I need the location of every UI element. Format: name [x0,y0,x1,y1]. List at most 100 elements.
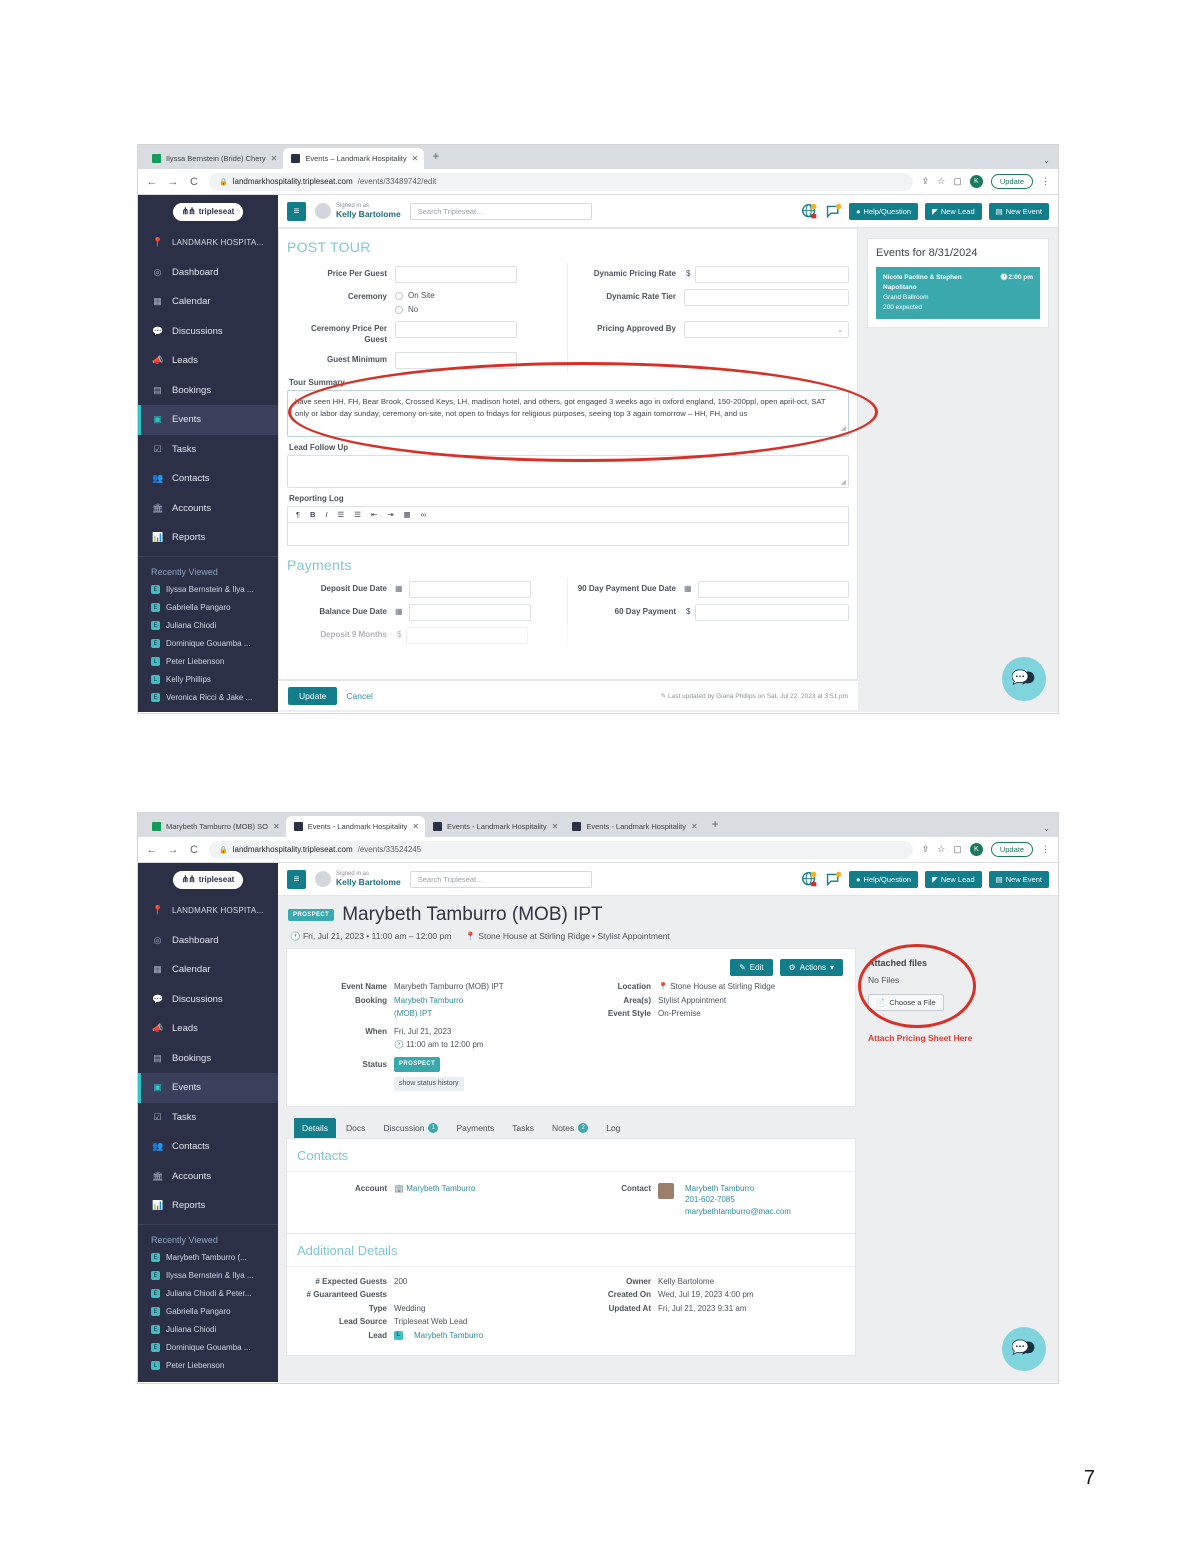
globe-notification-icon[interactable] [801,203,818,220]
list-item[interactable]: L Peter Liebenson [138,653,278,671]
booking-link-cont[interactable]: (MOB) IPT [394,1008,432,1020]
sidebar-item-leads[interactable]: 📣 Leads [138,1014,278,1044]
share-icon[interactable]: ⇪ [922,176,930,187]
paragraph-icon[interactable]: ¶ [296,510,300,519]
sidebar-item-dashboard[interactable]: ◎ Dashboard [138,926,278,956]
sidebar-item-leads[interactable]: 📣 Leads [138,346,278,376]
show-status-history-link[interactable]: show status history [394,1076,464,1091]
indent-icon[interactable]: ⇥ [387,510,393,519]
side-panel-icon[interactable]: ▢ [953,844,962,855]
list-item[interactable]: E Juliana Chiodi [138,1321,278,1339]
globe-notification-icon[interactable] [801,871,818,888]
ceremony-option-on-site[interactable]: On Site [395,290,559,301]
cancel-button[interactable]: Cancel [346,691,372,701]
sidebar-item-tasks[interactable]: ☑ Tasks [138,1103,278,1133]
sidebar-item-discussions[interactable]: 💬 Discussions [138,985,278,1015]
sidebar-item-bookings[interactable]: ▤ Bookings [138,1044,278,1074]
search-input[interactable]: Search Tripleseat... [409,202,592,220]
sidebar-item-reports[interactable]: 📊 Reports [138,523,278,553]
help-question-button[interactable]: ● Help/Question [849,202,919,220]
update-button[interactable]: Update [990,842,1033,857]
account-link[interactable]: 🏢 Marybeth Tamburro [394,1183,475,1195]
sidebar-item-contacts[interactable]: 👥 Contacts [138,464,278,494]
tab-discussion[interactable]: Discussion 1 [375,1118,446,1138]
list-item[interactable]: E Dominique Gouamba ... [138,635,278,653]
dynamic-rate-tier-input[interactable] [684,289,849,306]
pricing-approved-by-select[interactable]: ⌄ [684,321,849,338]
signed-in-block[interactable]: Signed in as Kelly Bartolome [315,203,401,220]
list-item[interactable]: E Ilyssa Bernstein & Ilya ... [138,581,278,599]
update-button[interactable]: Update [990,174,1033,189]
back-icon[interactable]: ← [146,176,158,188]
help-question-button[interactable]: ● Help/Question [849,870,919,888]
contact-phone[interactable]: 201-602-7085 [685,1194,791,1206]
reload-icon[interactable]: C [188,844,200,856]
list-item[interactable]: E Juliana Chiodi [138,617,278,635]
actions-button[interactable]: ⚙ Actions ▾ [779,959,843,976]
resize-grip-icon[interactable]: ◢ [841,478,846,486]
chevron-down-icon[interactable]: ⌄ [1043,156,1050,165]
share-icon[interactable]: ⇪ [922,844,930,855]
deposit-9-months-input[interactable] [406,626,529,644]
ninety-day-payment-due-date-input[interactable] [698,580,849,598]
browser-tab[interactable]: Events - Landmark Hospitality ✕ [425,816,564,837]
list-item[interactable]: E Juliana Chiodi & Peter... [138,1285,278,1303]
tab-log[interactable]: Log [598,1118,628,1138]
sidebar-item-tasks[interactable]: ☑ Tasks [138,435,278,465]
bold-icon[interactable]: B [310,510,315,519]
new-event-button[interactable]: ▤ New Event [988,870,1049,888]
reporting-log-editor[interactable] [287,521,849,546]
list-ol-icon[interactable]: ☰ [354,510,361,519]
chat-widget-button[interactable] [1002,1327,1046,1371]
list-item[interactable]: L Peter Liebenson [138,1357,278,1375]
close-icon[interactable]: ✕ [691,822,698,831]
sidebar-item-events[interactable]: ▣ Events [138,1073,278,1103]
rail-event-item[interactable]: Nicole Paolino & Stephen Napolitano 🕐2:0… [876,267,1040,320]
sidebar-item-accounts[interactable]: 🏛 Accounts [138,1162,278,1192]
browser-tab[interactable]: Ilyssa Bernstein (Bride) Chery ✕ [144,148,283,169]
update-button[interactable]: Update [288,686,338,705]
browser-tab[interactable]: Events - Landmark Hospitality ✕ [285,816,426,837]
list-item[interactable]: E Gabriella Pangaro [138,1303,278,1321]
forward-icon[interactable]: → [167,176,179,188]
browser-menu-icon[interactable]: ⋮ [1041,844,1050,855]
calendar-icon[interactable]: ▦ [684,581,698,598]
chat-notification-icon[interactable] [825,871,842,888]
new-tab-button[interactable]: + [424,149,447,165]
price-per-guest-input[interactable] [395,266,517,283]
booking-link[interactable]: Marybeth Tamburro [394,995,463,1007]
new-lead-button[interactable]: ◤ New Lead [925,202,982,220]
sidebar-item-accounts[interactable]: 🏛 Accounts [138,494,278,524]
link-icon[interactable]: ∞ [421,510,426,519]
sidebar-item-bookings[interactable]: ▤ Bookings [138,376,278,406]
list-item[interactable]: L Kelly Phillips [138,671,278,689]
radio-icon[interactable] [395,305,403,314]
reload-icon[interactable]: C [188,176,200,188]
hamburger-menu-icon[interactable]: ≡ [287,201,306,221]
hamburger-menu-icon[interactable]: ≡ [287,869,306,889]
sidebar-item-contacts[interactable]: 👥 Contacts [138,1132,278,1162]
italic-icon[interactable]: I [325,510,327,519]
outdent-icon[interactable]: ⇤ [371,510,377,519]
list-item[interactable]: E Marybeth Tamburro (... [138,1249,278,1267]
lead-link[interactable]: Marybeth Tamburro [410,1330,483,1342]
avatar[interactable]: K [969,175,983,188]
forward-icon[interactable]: → [167,844,179,856]
avatar[interactable]: K [969,843,983,856]
tab-notes[interactable]: Notes 2 [544,1118,596,1138]
close-icon[interactable]: ✕ [552,822,559,831]
sidebar-item-calendar[interactable]: ▦ Calendar [138,287,278,317]
close-icon[interactable]: ✕ [412,154,419,163]
list-ul-icon[interactable]: ☰ [338,510,345,519]
ceremony-option-no[interactable]: No [395,304,559,315]
signed-in-block[interactable]: Signed in as Kelly Bartolome [315,871,401,888]
list-item[interactable]: E Dominique Gouamba ... [138,1339,278,1357]
contact-name-link[interactable]: Marybeth Tamburro [685,1183,791,1195]
browser-tab[interactable]: Events – Landmark Hospitality ✕ [283,148,425,169]
contact-email[interactable]: marybethtamburro@mac.com [685,1206,791,1218]
address-bar[interactable]: 🔒 landmarkhospitality.tripleseat.com/eve… [209,840,913,859]
sidebar-item-organization[interactable]: 📍 LANDMARK HOSPITA... [138,896,278,926]
address-bar[interactable]: 🔒 landmarkhospitality.tripleseat.com/eve… [209,172,913,191]
browser-tab[interactable]: Events - Landmark Hospitality ✕ [564,816,703,837]
new-event-button[interactable]: ▤ New Event [988,202,1049,220]
